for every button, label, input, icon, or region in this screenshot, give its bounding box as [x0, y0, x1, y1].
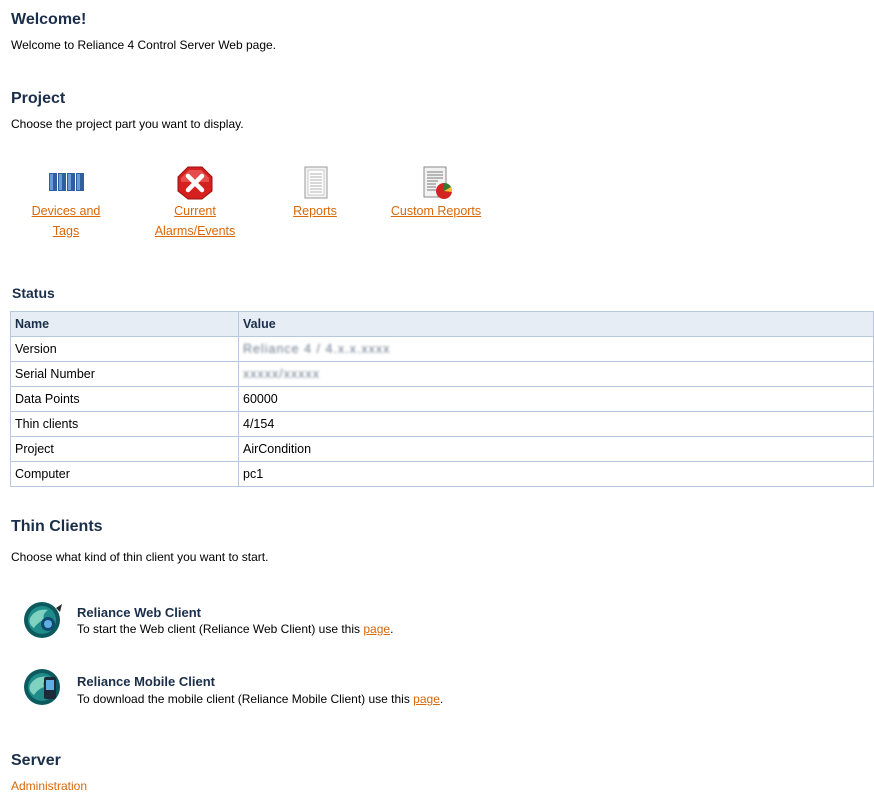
table-row: Thin clients 4/154	[10, 411, 874, 437]
table-row: Version Reliance 4 / 4.x.x.xxxx	[10, 336, 874, 362]
project-item-devices-tags[interactable]: Devices and Tags	[30, 165, 102, 241]
table-header-row: Name Value	[10, 311, 874, 337]
mobile-client-page-link[interactable]: page	[413, 692, 440, 706]
row-value: 4/154	[238, 411, 874, 437]
project-item-reports[interactable]: Reports	[284, 165, 346, 221]
project-item-custom-reports[interactable]: Custom Reports	[378, 165, 494, 221]
column-header-name: Name	[10, 311, 239, 337]
row-name: Version	[10, 336, 239, 362]
thin-clients-title: Thin Clients	[11, 518, 103, 535]
administration-link[interactable]: Administration	[11, 779, 87, 793]
row-name: Data Points	[10, 386, 239, 412]
project-item-current-alarms[interactable]: Current Alarms/Events	[145, 165, 245, 241]
web-client-icon[interactable]	[20, 600, 66, 640]
column-header-value: Value	[238, 311, 874, 337]
table-row: Computer pc1	[10, 461, 874, 487]
web-client-title: Reliance Web Client	[77, 605, 202, 620]
row-name: Computer	[10, 461, 239, 487]
custom-report-chart-icon	[416, 165, 456, 201]
row-value: xxxxx/xxxxx	[238, 361, 874, 387]
thin-clients-text: Choose what kind of thin client you want…	[11, 550, 269, 564]
welcome-text: Welcome to Reliance 4 Control Server Web…	[11, 38, 277, 52]
row-value: pc1	[238, 461, 874, 487]
current-alarms-link[interactable]: Current Alarms/Events	[145, 201, 245, 241]
report-document-icon	[295, 165, 335, 201]
welcome-title: Welcome!	[11, 11, 87, 28]
devices-tags-link[interactable]: Devices and Tags	[26, 201, 106, 241]
table-row: Serial Number xxxxx/xxxxx	[10, 361, 874, 387]
row-name: Thin clients	[10, 411, 239, 437]
alarm-x-icon	[175, 165, 215, 201]
row-name: Project	[10, 436, 239, 462]
mobile-client-desc: To download the mobile client (Reliance …	[77, 692, 444, 706]
row-value: AirCondition	[238, 436, 874, 462]
web-client-page-link[interactable]: page	[363, 622, 390, 636]
table-row: Data Points 60000	[10, 386, 874, 412]
redacted-version-value: Reliance 4 / 4.x.x.xxxx	[243, 342, 391, 356]
table-row: Project AirCondition	[10, 436, 874, 462]
row-value: Reliance 4 / 4.x.x.xxxx	[238, 336, 874, 362]
web-client-desc: To start the Web client (Reliance Web Cl…	[77, 622, 394, 636]
row-name: Serial Number	[10, 361, 239, 387]
status-table: Name Value Version Reliance 4 / 4.x.x.xx…	[10, 311, 874, 487]
custom-reports-link[interactable]: Custom Reports	[378, 201, 494, 221]
server-title: Server	[11, 752, 61, 769]
project-title: Project	[11, 90, 66, 107]
mobile-client-title: Reliance Mobile Client	[77, 674, 215, 689]
project-text: Choose the project part you want to disp…	[11, 117, 244, 131]
row-value: 60000	[238, 386, 874, 412]
status-title: Status	[12, 285, 55, 301]
redacted-serial-value: xxxxx/xxxxx	[243, 367, 320, 381]
reports-link[interactable]: Reports	[284, 201, 346, 221]
mobile-client-icon[interactable]	[20, 667, 66, 707]
devices-tags-icon	[46, 165, 86, 201]
